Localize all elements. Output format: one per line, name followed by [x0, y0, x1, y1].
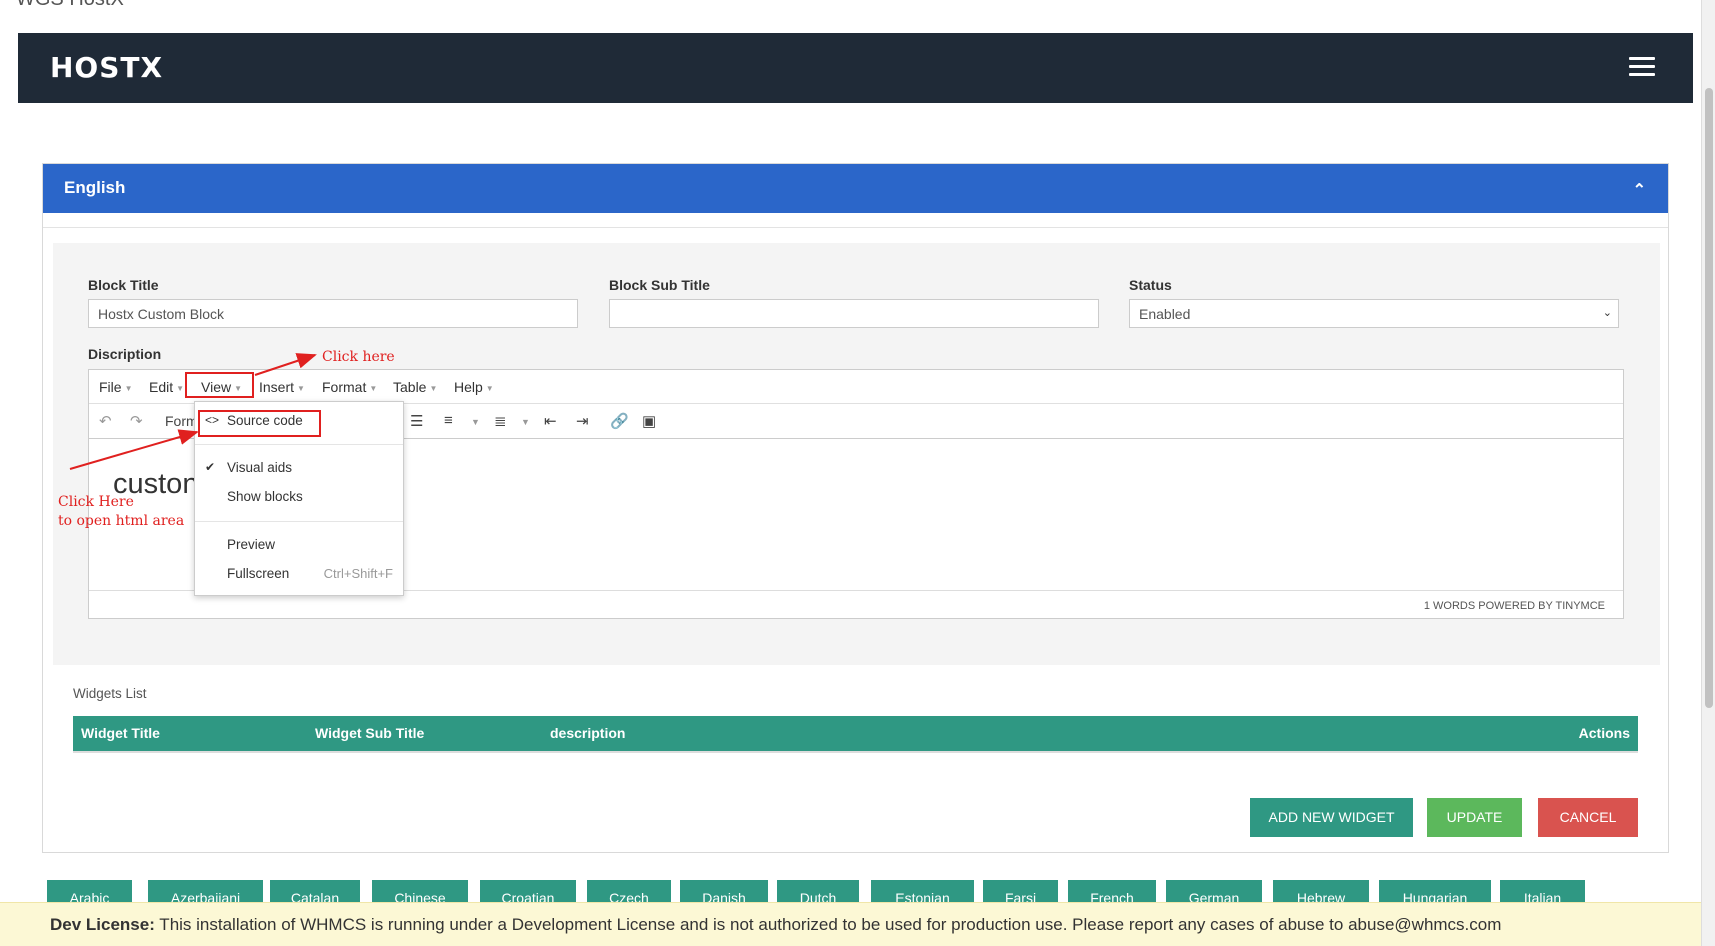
widgets-table-header: Widget Title Widget Sub Title descriptio…	[73, 716, 1638, 751]
col-description: description	[550, 725, 626, 741]
col-widget-title: Widget Title	[81, 725, 160, 741]
dev-license-bar: Dev License: This installation of WHMCS …	[0, 902, 1701, 946]
update-button[interactable]: UPDATE	[1427, 798, 1522, 837]
add-new-widget-button[interactable]: ADD NEW WIDGET	[1250, 798, 1413, 837]
click-here-open-annotation-line1: Click Here	[58, 494, 134, 510]
cancel-button[interactable]: CANCEL	[1538, 798, 1638, 837]
col-widget-subtitle: Widget Sub Title	[315, 725, 425, 741]
click-here-annotation: Click here	[322, 349, 395, 365]
dev-license-message: This installation of WHMCS is running un…	[154, 915, 1502, 934]
click-here-open-annotation-line2: to open html area	[58, 513, 185, 529]
col-actions: Actions	[1578, 725, 1630, 741]
widgets-list-label: Widgets List	[73, 686, 147, 701]
divider	[73, 751, 1638, 753]
dev-license-label: Dev License:	[50, 915, 155, 934]
dev-license-text: Dev License: This installation of WHMCS …	[50, 915, 1501, 935]
